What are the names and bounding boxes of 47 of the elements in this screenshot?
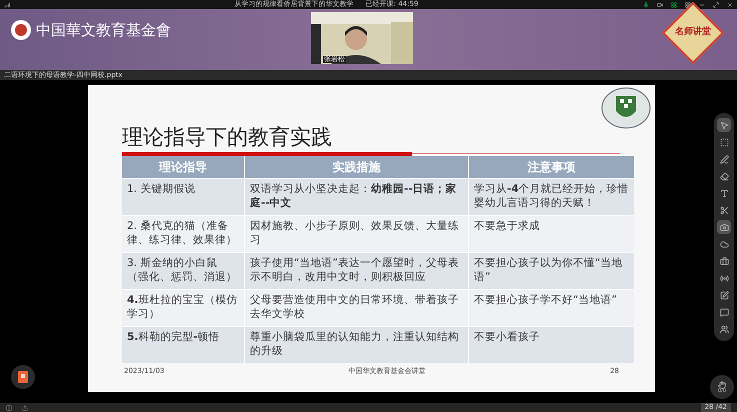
microphone-icon[interactable]	[643, 2, 649, 8]
table-cell: 3. 斯金纳的小白鼠（强化、惩罚、消退）	[122, 253, 244, 289]
pointer-icon	[720, 120, 728, 130]
foundation-logo: 中国華文教育基金會	[36, 20, 171, 41]
table-cell: 不要小看孩子	[469, 327, 634, 363]
column-header: 理论指导	[122, 156, 244, 178]
pen-icon	[720, 154, 728, 164]
panel-icon[interactable]	[6, 404, 12, 410]
column-header: 实践措施	[245, 156, 468, 178]
table-cell: 双语学习从小坚决走起：幼稚园--日语；家庭--中文	[245, 179, 468, 215]
table-cell: 不要急于求成	[469, 216, 634, 252]
table-cell: 5.科勒的完型-顿悟	[122, 327, 244, 363]
table-cell: 尊重小脑袋瓜里的认知能力，注重认知结构的升级	[245, 327, 468, 363]
text-icon	[720, 188, 728, 198]
cloud-icon	[720, 240, 728, 248]
grid-icon[interactable]	[685, 2, 691, 8]
table-cell: 不要担心孩子学不好“当地语”	[469, 290, 634, 326]
upload-icon[interactable]	[22, 404, 28, 410]
camera-icon	[720, 222, 728, 232]
eraser-icon	[720, 172, 728, 180]
table-cell: 1. 关键期假说	[122, 179, 244, 215]
briefcase-icon	[720, 256, 728, 266]
minimize-icon[interactable]	[699, 2, 705, 8]
table-cell: 4.班杜拉的宝宝（模仿学习）	[122, 290, 244, 326]
users-icon	[720, 324, 728, 334]
slide-title: 理论指导下的教育实践	[122, 124, 333, 151]
column-header: 注意事项	[469, 156, 634, 178]
select-icon	[720, 138, 728, 146]
hand-icon	[718, 380, 726, 388]
pointer-tool-button[interactable]	[717, 118, 731, 132]
table-cell: 父母要营造使用中文的日常环境、带着孩子去华文学校	[245, 290, 468, 326]
table-cell: 孩子使用“当地语”表达一个愿望时，父母表示不明白，改用中文时，则积极回应	[245, 253, 468, 289]
signal-icon	[4, 2, 10, 8]
table-cell: 因材施教、小步子原则、效果反馈、大量练习	[245, 216, 468, 252]
camera-icon[interactable]	[657, 2, 663, 8]
lecture-label: 名师讲堂	[675, 26, 711, 40]
edit-icon	[720, 290, 728, 300]
close-icon[interactable]	[727, 2, 733, 8]
slides-file-icon[interactable]	[18, 371, 28, 383]
table-cell: 不要担心孩子以为你不懂“当地语”	[469, 253, 634, 289]
chat-icon	[720, 308, 728, 316]
table-cell: 2. 桑代克的猫（准备律、练习律、效果律）	[122, 216, 244, 252]
scissors-icon	[720, 206, 728, 214]
camera-tool-button[interactable]	[717, 220, 731, 234]
seal-logo-icon	[10, 19, 32, 42]
table-cell: 学习从-4个月就已经开始，珍惜婴幼儿言语习得的天赋！	[469, 179, 634, 215]
layout-icon[interactable]	[671, 2, 677, 8]
